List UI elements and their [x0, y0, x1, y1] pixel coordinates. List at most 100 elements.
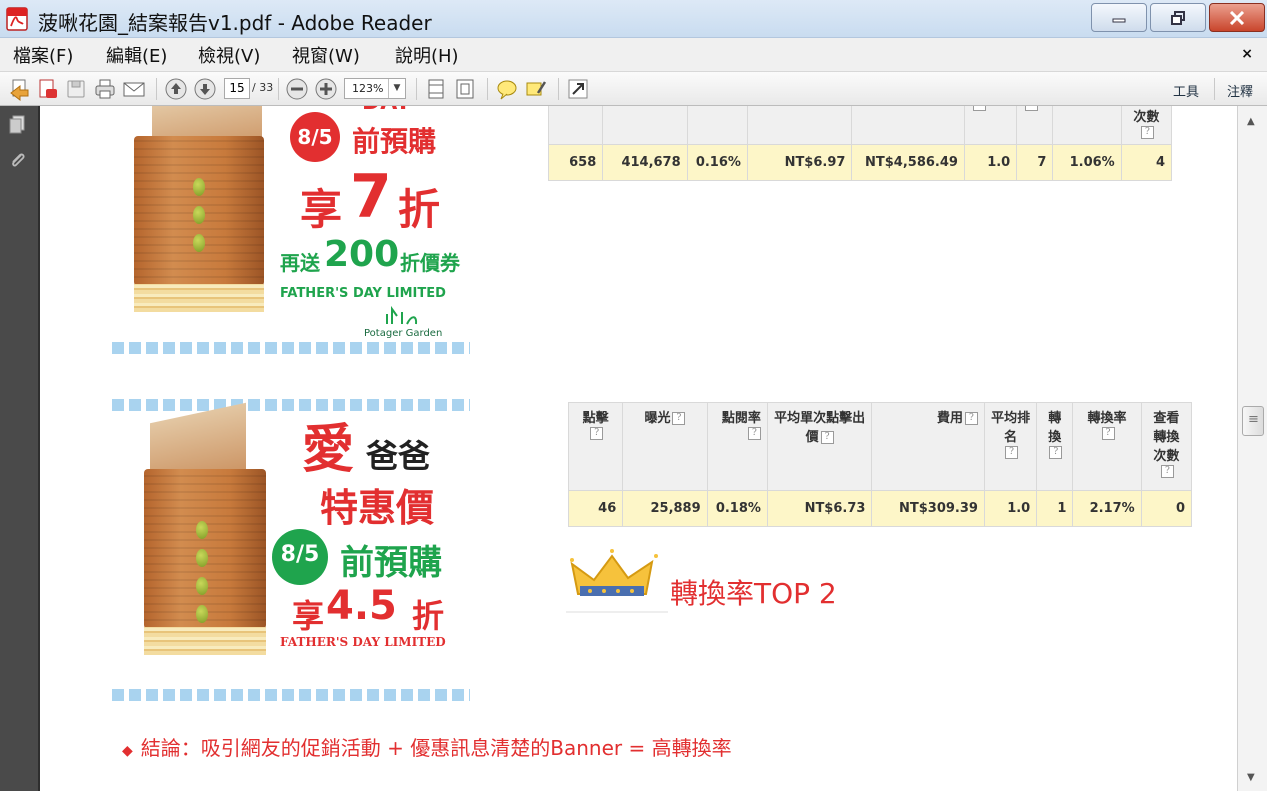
conclusion-line: ◆ 結論：吸引網友的促銷活動 + 優惠訊息清楚的Banner = 高轉換率: [122, 732, 732, 761]
crown-icon: [566, 549, 668, 613]
cake-layers: [134, 284, 264, 312]
navigation-panel: [0, 106, 38, 791]
minimize-icon: [1112, 18, 1126, 22]
menu-edit[interactable]: 編輯(E): [106, 42, 167, 68]
banner1-discount-suffix: 折: [398, 185, 441, 234]
table-header-cell: 平均單次點擊出價?: [766, 402, 873, 491]
pistachio-decoration: [193, 178, 205, 196]
page-number-input[interactable]: 15: [224, 78, 250, 99]
print-icon: [95, 79, 115, 99]
zoom-out-button[interactable]: [285, 77, 309, 101]
table-cell: 1.0: [963, 144, 1018, 181]
table1-partial-header: 次數: [1133, 110, 1160, 125]
window-title: 菠啾花園_結案報告v1.pdf - Adobe Reader: [38, 11, 432, 35]
banner2-discount-number: 4.5: [326, 583, 397, 629]
comment-pane-button[interactable]: 注釋: [1227, 81, 1253, 100]
close-icon: [1229, 10, 1245, 25]
open-file-icon: [10, 79, 29, 102]
pistachio-decoration: [193, 206, 205, 224]
page-total: / 33: [252, 81, 274, 94]
table-cell: 0.16%: [686, 144, 748, 181]
tools-pane-button[interactable]: 工具: [1173, 81, 1199, 100]
help-icon[interactable]: ?: [1160, 465, 1174, 478]
next-page-button[interactable]: [193, 77, 217, 101]
scroll-down-arrow-icon[interactable]: ▼: [1247, 772, 1255, 783]
table-header-cell: 轉換率?: [1072, 402, 1142, 491]
close-button[interactable]: [1209, 3, 1265, 32]
restore-button[interactable]: [1150, 3, 1206, 32]
table-header-cell: 轉換?: [1036, 402, 1074, 491]
open-button[interactable]: [8, 77, 32, 102]
fit-page-button[interactable]: [453, 77, 477, 101]
arrow-down-circle-icon: [194, 78, 216, 100]
help-icon[interactable]: ?: [747, 427, 761, 440]
table-cell: 1.0: [983, 490, 1038, 527]
pistachio-decoration: [196, 549, 208, 567]
banner2-discount-prefix: 享: [292, 597, 325, 635]
attachments-icon[interactable]: [7, 150, 29, 172]
save-button[interactable]: [64, 77, 88, 101]
previous-page-button[interactable]: [164, 77, 188, 101]
document-close-button[interactable]: ×: [1241, 46, 1253, 62]
banner1-brand: Potager Garden: [364, 328, 443, 339]
create-pdf-button[interactable]: [36, 77, 60, 101]
table-cell: 658: [547, 144, 604, 181]
table-cell: 25,889: [622, 490, 708, 527]
print-button[interactable]: [93, 77, 117, 101]
table-cell: NT$6.97: [746, 144, 853, 181]
banner1-date-badge: 8/5: [290, 112, 340, 162]
help-icon[interactable]: ?: [590, 427, 604, 440]
toolbar-separator: [278, 78, 279, 100]
header-conversions: 轉換: [1048, 411, 1062, 445]
menu-help[interactable]: 說明(H): [395, 42, 459, 68]
table-header-cell: 點擊?: [567, 402, 624, 491]
document-page: DAY 8/5 前預購 享 7 折 再送 200 折價券 FATHER'S DA…: [38, 106, 1237, 791]
expand-icon: [568, 79, 588, 99]
scroll-mode-button[interactable]: [424, 77, 448, 101]
banner1-coupon-number: 200: [324, 234, 400, 275]
menu-view[interactable]: 檢視(V): [198, 42, 260, 68]
vertical-scrollbar[interactable]: ▲ ▼: [1237, 106, 1267, 791]
scroll-up-arrow-icon[interactable]: ▲: [1247, 116, 1255, 127]
fit-width-icon: [428, 79, 444, 99]
table-cell: NT$4,586.49: [851, 144, 965, 181]
menu-file[interactable]: 檔案(F): [13, 42, 73, 68]
table-cell: NT$309.39: [871, 490, 985, 527]
email-button[interactable]: [122, 77, 146, 101]
zoom-in-button[interactable]: [314, 77, 338, 101]
fit-page-icon: [456, 79, 474, 99]
highlight-button[interactable]: [524, 77, 548, 101]
help-icon[interactable]: ?: [964, 412, 978, 425]
header-cost: 費用: [936, 411, 963, 426]
toolbar: 15 / 33 123% ▼ 工具 注釋: [0, 72, 1267, 106]
help-icon[interactable]: ?: [1140, 126, 1154, 139]
banner1-event-label: FATHER'S DAY LIMITED: [280, 286, 446, 301]
add-comment-button[interactable]: [495, 77, 519, 101]
help-icon[interactable]: ?: [1005, 446, 1019, 459]
full-screen-button[interactable]: [566, 77, 590, 101]
page-thumbnails-icon[interactable]: [7, 114, 29, 136]
header-avg-cpc: 平均單次點擊出價: [774, 411, 866, 445]
restore-icon: [1171, 10, 1185, 25]
conclusion-text: 結論：吸引網友的促銷活動 + 優惠訊息清楚的Banner = 高轉換率: [140, 736, 732, 760]
banner1-preorder: 前預購: [352, 125, 437, 158]
table-header-cell: 費用?: [871, 402, 985, 491]
scrollbar-thumb[interactable]: [1242, 406, 1264, 436]
help-icon[interactable]: ?: [1025, 106, 1039, 111]
banner2-discount-suffix: 折: [412, 597, 445, 635]
help-icon[interactable]: ?: [1101, 427, 1115, 440]
banner1-stripe-border: [112, 342, 470, 354]
help-icon[interactable]: ?: [972, 106, 986, 111]
toolbar-separator: [156, 78, 157, 100]
table-header-cell: 曝光?: [622, 402, 708, 491]
table-header-cell: 平均排名?: [983, 402, 1038, 491]
zoom-select[interactable]: 123% ▼: [344, 78, 406, 99]
minimize-button[interactable]: [1091, 3, 1147, 32]
toolbar-separator: [1214, 78, 1215, 100]
help-icon[interactable]: ?: [820, 431, 834, 444]
menu-window[interactable]: 視窗(W): [292, 42, 360, 68]
chevron-down-icon[interactable]: ▼: [388, 79, 405, 98]
help-icon[interactable]: ?: [672, 412, 686, 425]
table-header-cell: 點閱率?: [706, 402, 768, 491]
help-icon[interactable]: ?: [1049, 446, 1063, 459]
